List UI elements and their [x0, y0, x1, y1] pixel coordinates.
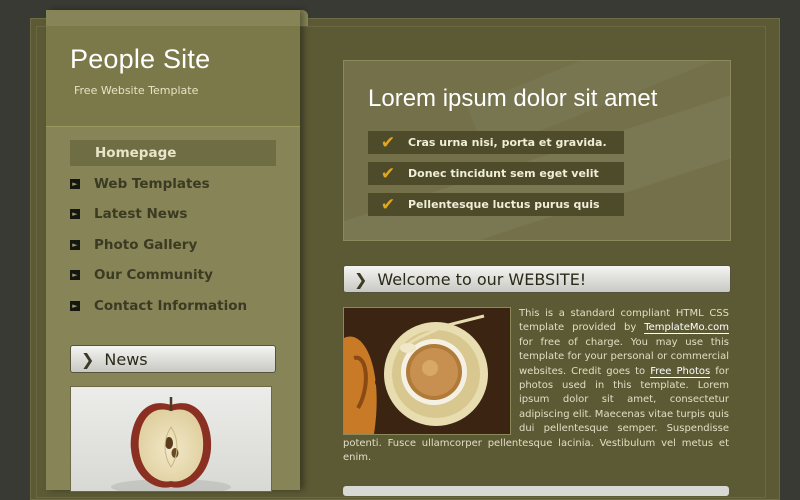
next-section-header [343, 486, 729, 496]
check-icon: ✔ [380, 163, 396, 184]
nav-item-label: Photo Gallery [94, 236, 198, 253]
nav-item-label: Our Community [94, 267, 213, 283]
nav-item-label: Contact Information [94, 297, 248, 314]
apple-image [111, 397, 231, 491]
nav-item-our-community[interactable]: ► Our Community [70, 262, 276, 288]
arrow-right-icon: ► [70, 300, 80, 311]
sidebar: People Site Free Website Template Homepa… [46, 10, 300, 492]
chevron-right-icon: ❯ [81, 349, 95, 369]
hero-feature-list: ✔ Cras urna nisi, porta et gravida. ✔ Do… [368, 131, 624, 224]
news-photo-apple[interactable] [70, 386, 272, 492]
nav-item-photo-gallery[interactable]: ► Photo Gallery [70, 232, 276, 258]
news-section-header: ❯ News [70, 345, 276, 373]
check-icon: ✔ [380, 194, 396, 215]
site-subtitle: Free Website Template [74, 84, 199, 97]
nav-item-web-templates[interactable]: ► Web Templates [70, 171, 276, 197]
free-photos-link[interactable]: Free Photos [650, 365, 711, 378]
check-icon: ✔ [380, 132, 396, 153]
nav-item-label: Homepage [95, 145, 177, 161]
nav-item-latest-news[interactable]: ► Latest News [70, 201, 276, 227]
list-item: ✔ Pellentesque luctus purus quis [368, 193, 624, 216]
news-title: News [104, 349, 148, 369]
nav-item-label: Latest News [94, 206, 188, 222]
list-item: ✔ Donec tincidunt sem eget velit [368, 162, 624, 185]
main-nav: Homepage ► Web Templates ► Latest News ►… [70, 140, 276, 323]
hero-title: Lorem ipsum dolor sit amet [368, 85, 658, 112]
arrow-right-icon: ► [70, 270, 80, 280]
list-item: ✔ Cras urna nisi, porta et gravida. [368, 131, 624, 154]
arrow-right-icon: ► [70, 178, 80, 189]
chevron-right-icon: ❯ [354, 269, 368, 289]
hero-banner: Lorem ipsum dolor sit amet ✔ Cras urna n… [343, 60, 731, 241]
nav-item-contact-information[interactable]: ► Contact Information [70, 293, 276, 319]
templatemo-link[interactable]: TemplateMo.com [644, 322, 729, 335]
site-header [46, 26, 300, 127]
nav-item-homepage[interactable]: Homepage [70, 140, 276, 166]
arrow-right-icon: ► [70, 239, 80, 250]
nav-item-label: Web Templates [94, 175, 210, 192]
welcome-section-header: ❯ Welcome to our WEBSITE! [343, 265, 731, 293]
welcome-title: Welcome to our WEBSITE! [377, 269, 587, 289]
welcome-article: This is a standard compliant HTML CSS te… [343, 308, 730, 464]
site-title[interactable]: People Site [70, 44, 210, 75]
arrow-right-icon: ► [70, 209, 80, 219]
